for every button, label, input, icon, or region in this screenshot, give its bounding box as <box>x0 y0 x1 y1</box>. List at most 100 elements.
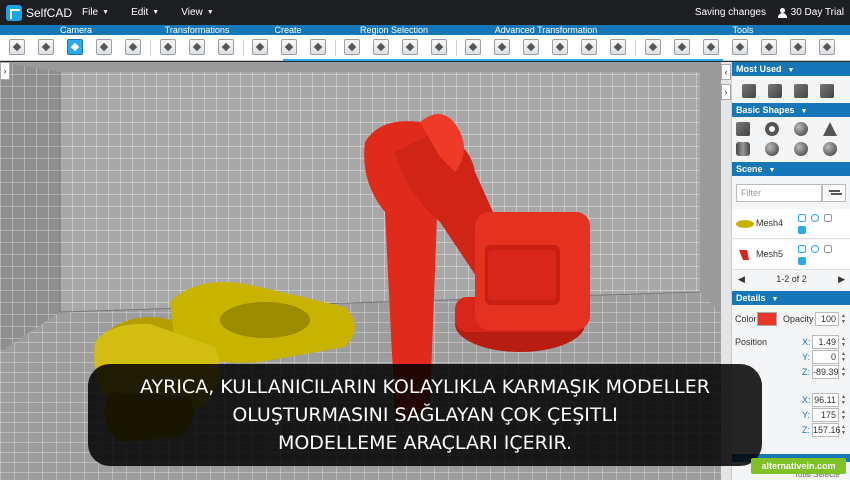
basic-shapes-label: Basic Shapes <box>736 105 795 115</box>
opacity-field[interactable]: 100 <box>815 312 839 326</box>
rotate-camera-tool-icon[interactable] <box>96 39 112 55</box>
menu-edit[interactable]: Edit ▼ <box>131 7 159 18</box>
app-logo[interactable]: SelfCAD <box>6 4 76 21</box>
select-object-tool-icon[interactable] <box>344 39 360 55</box>
check-tool-icon[interactable] <box>819 39 835 55</box>
mesh5-lock-icon[interactable] <box>824 245 832 253</box>
scene-item-mesh5[interactable]: Mesh5 <box>732 240 850 270</box>
align-tool-icon[interactable] <box>703 39 719 55</box>
box-icon[interactable] <box>794 84 808 98</box>
icosphere-icon[interactable] <box>823 142 837 156</box>
pager-next-icon[interactable]: ▶ <box>838 272 845 286</box>
watermark-badge: alternativein.com <box>751 458 846 474</box>
group-tool-icon[interactable] <box>645 39 661 55</box>
menu-file-label: File <box>82 7 99 18</box>
solid-cube-icon[interactable] <box>820 84 834 98</box>
toolbar-separator <box>456 40 457 56</box>
move-tool-icon[interactable] <box>160 39 176 55</box>
position-y-stepper[interactable]: ▲ ▼ <box>841 351 847 363</box>
chevron-down-icon: ▼ <box>771 296 779 303</box>
position-y-field[interactable]: 0 <box>812 350 839 364</box>
scale-tool-icon[interactable] <box>218 39 234 55</box>
caption-line-2: OLUŞTURMASINI SAĞLAYAN ÇOK ÇEŞITLI <box>232 404 618 426</box>
mesh5-visibility-eye-icon[interactable] <box>811 245 819 253</box>
mesh-cube-icon[interactable] <box>768 84 782 98</box>
trial-label: 30 Day Trial <box>790 7 844 18</box>
left-panel-toggle[interactable]: › <box>0 62 10 80</box>
panel-expand-button[interactable]: › <box>721 84 731 100</box>
mesh4-select-checkbox[interactable] <box>798 214 806 222</box>
details-header[interactable]: Details ▼ <box>732 291 850 305</box>
rotate-tool-icon[interactable] <box>189 39 205 55</box>
mesh4-visibility-eye-icon[interactable] <box>811 214 819 222</box>
mesh-create-tool-icon[interactable] <box>310 39 326 55</box>
menu-file[interactable]: File ▼ <box>82 7 109 18</box>
geosphere-icon[interactable] <box>794 142 808 156</box>
size-z-stepper[interactable]: ▲ ▼ <box>841 424 847 436</box>
select-vertex-tool-icon[interactable] <box>431 39 447 55</box>
position-z-stepper[interactable]: ▲ ▼ <box>841 366 847 378</box>
shape-create-tool-icon[interactable] <box>281 39 297 55</box>
cube-create-tool-icon[interactable] <box>252 39 268 55</box>
filter-options-icon[interactable] <box>822 184 846 202</box>
torus-icon[interactable] <box>765 122 779 136</box>
size-y-field[interactable]: 175 <box>812 408 839 422</box>
select-edge-tool-icon[interactable] <box>402 39 418 55</box>
size-y-stepper[interactable]: ▲ ▼ <box>841 409 847 421</box>
mesh4-thumbnail-icon <box>736 220 754 228</box>
opacity-stepper[interactable]: ▲ ▼ <box>841 313 847 325</box>
size-x-stepper[interactable]: ▲ ▼ <box>841 394 847 406</box>
mesh5-thumbnail-icon <box>739 250 749 260</box>
chevron-down-icon: ▼ <box>206 9 214 16</box>
basic-shapes-header[interactable]: Basic Shapes ▼ <box>732 103 850 117</box>
trial-account-button[interactable]: 30 Day Trial <box>777 7 844 18</box>
sphere-icon[interactable] <box>794 122 808 136</box>
ungroup-tool-icon[interactable] <box>674 39 690 55</box>
pager-label: 1-2 of 2 <box>776 274 807 284</box>
cone-icon[interactable] <box>823 122 837 136</box>
mesh4-lock-icon[interactable] <box>824 214 832 222</box>
chevron-down-icon: ▼ <box>800 108 808 115</box>
repair-tool-icon[interactable] <box>790 39 806 55</box>
selfcad-logo-icon <box>6 4 22 21</box>
camera-view-tool-icon[interactable] <box>67 39 83 55</box>
size-x-field[interactable]: 96.11 <box>812 393 839 407</box>
screenshot-tool-icon[interactable] <box>9 39 25 55</box>
mesh4-texture-icon[interactable] <box>798 226 806 234</box>
stitch-tool-icon[interactable] <box>732 39 748 55</box>
app-name: SelfCAD <box>26 5 73 20</box>
menu-view[interactable]: View ▼ <box>181 7 213 18</box>
bend-tool-icon[interactable] <box>610 39 626 55</box>
select-tool-icon[interactable] <box>38 39 54 55</box>
extrude-tool-icon[interactable] <box>465 39 481 55</box>
pager-prev-icon[interactable]: ◀ <box>738 272 745 286</box>
filter-input[interactable]: Filter <box>736 184 822 202</box>
scene-header[interactable]: Scene ▼ <box>732 162 850 176</box>
mesh5-select-checkbox[interactable] <box>798 245 806 253</box>
menu-view-label: View <box>181 7 203 18</box>
scene-item-mesh4[interactable]: Mesh4 <box>732 209 850 239</box>
bevel-tool-icon[interactable] <box>494 39 510 55</box>
cube-shape-icon[interactable] <box>736 122 750 136</box>
group-create-label: Create <box>274 25 302 35</box>
size-z-field[interactable]: 157.16 <box>812 423 841 437</box>
chevron-down-icon: ▼ <box>787 67 795 74</box>
select-face-tool-icon[interactable] <box>373 39 389 55</box>
taper-tool-icon[interactable] <box>552 39 568 55</box>
position-x-field[interactable]: 1.49 <box>812 335 839 349</box>
toolbar-active-indicator <box>283 59 723 61</box>
collapse-panel-button[interactable]: ‹ <box>721 64 731 80</box>
subdivide-tool-icon[interactable] <box>523 39 539 55</box>
camera-settings-tool-icon[interactable] <box>125 39 141 55</box>
hemisphere-icon[interactable] <box>765 142 779 156</box>
position-z-field[interactable]: -89.39 <box>812 365 839 379</box>
most-used-header[interactable]: Most Used ▼ <box>732 62 850 76</box>
mesh5-texture-icon[interactable] <box>798 257 806 265</box>
cylinder-icon[interactable] <box>736 142 750 156</box>
boolean-tool-icon[interactable] <box>761 39 777 55</box>
cube-icon[interactable] <box>742 84 756 98</box>
twist-tool-icon[interactable] <box>581 39 597 55</box>
position-x-stepper[interactable]: ▲ ▼ <box>841 336 847 348</box>
color-picker[interactable] <box>757 312 777 326</box>
toolbar-group-labels: Camera Transformations Create Region Sel… <box>0 25 850 35</box>
